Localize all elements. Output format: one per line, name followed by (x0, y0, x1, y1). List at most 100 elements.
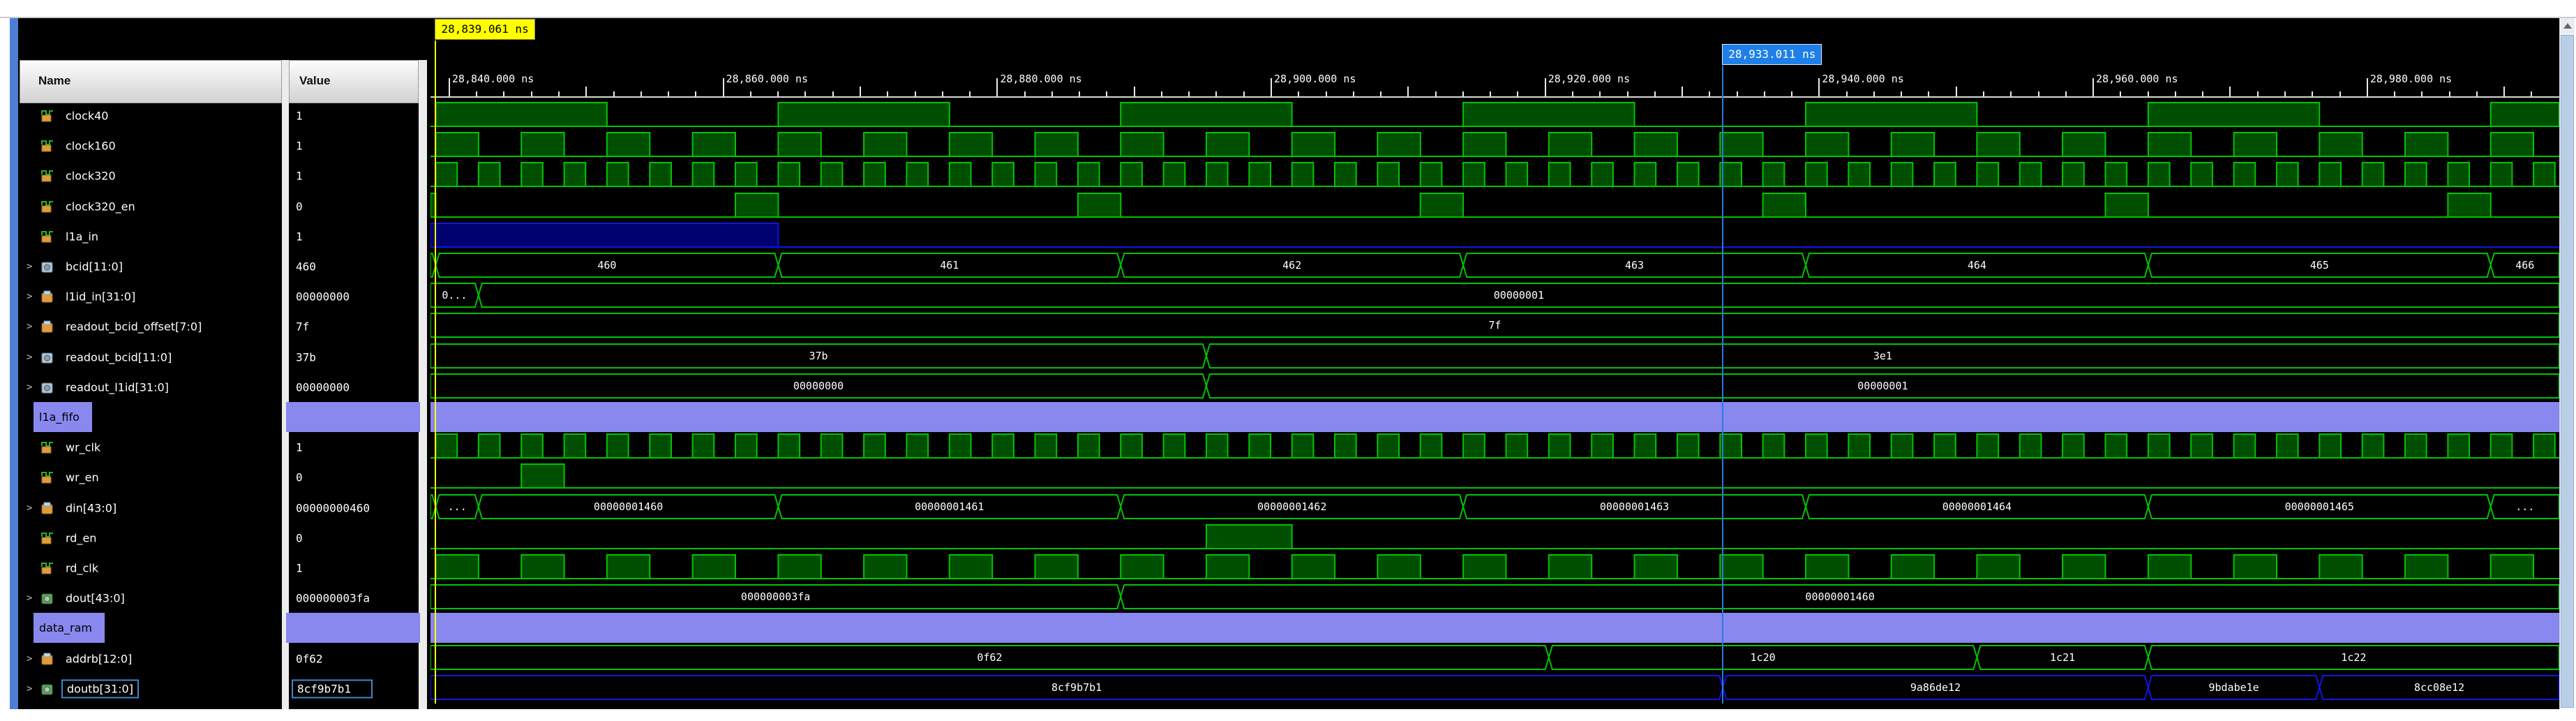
wave-high-pulse (1421, 434, 1442, 458)
wave-high-pulse (2277, 434, 2298, 458)
group-divider-label[interactable]: l1a_fifo (33, 402, 92, 432)
secondary-cursor-line[interactable] (1722, 66, 1723, 704)
wave-row-readout_bcid_offset[7:0][interactable]: 7f (430, 313, 2559, 337)
wave-high-pulse (650, 163, 671, 186)
ruler-tick (2065, 91, 2067, 96)
wave-row-bcid[11:0][interactable]: 460461462463464465466 (430, 253, 2559, 277)
wave-row-din[43:0][interactable]: ...0000000146000000001461000000014620000… (430, 495, 2559, 519)
wave-row-clock320[interactable] (430, 163, 2559, 186)
signal-row-wr_en[interactable]: wr_en0 (18, 462, 427, 492)
timeline-ruler[interactable]: 28,840.000 ns28,860.000 ns28,880.000 ns2… (430, 18, 2559, 98)
signal-row-wr_clk[interactable]: wr_clk1 (18, 432, 427, 462)
expand-arrow-icon[interactable]: > (27, 321, 32, 332)
signal-name: clock320_en (61, 198, 140, 214)
wave-row-clock40[interactable] (430, 103, 2559, 126)
signal-row-data_ram[interactable]: data_ram (18, 613, 427, 643)
bus-value-label: 00000001461 (915, 500, 984, 513)
signal-name: wr_clk (61, 439, 105, 455)
signal-row-readout_l1id[31:0][interactable]: >readout_l1id[31:0]00000000 (18, 372, 427, 402)
expand-arrow-icon[interactable]: > (27, 261, 32, 272)
signal-value: 0 (292, 198, 307, 214)
wave-row-clock320_en[interactable] (430, 193, 2559, 217)
bus-in-icon (40, 502, 54, 514)
wave-row-readout_bcid[11:0][interactable]: 37b3e1 (430, 344, 2559, 368)
expand-arrow-icon[interactable]: > (27, 291, 32, 302)
wave-row-l1a_fifo[interactable] (430, 402, 2559, 432)
ruler-tick (668, 91, 669, 96)
signal-row-l1a_in[interactable]: l1a_in1 (18, 221, 427, 251)
wave-row-rd_en[interactable] (430, 525, 2559, 549)
expand-arrow-icon[interactable]: > (27, 352, 32, 363)
signal-row-rd_en[interactable]: rd_en0 (18, 523, 427, 553)
bus-value-label: 8cf9b7b1 (1051, 681, 1102, 694)
vertical-scrollbar[interactable] (2559, 18, 2575, 709)
signal-row-clock320[interactable]: clock3201 (18, 161, 427, 191)
expand-arrow-icon[interactable]: > (27, 593, 32, 604)
signal-value: 00000000 (292, 379, 354, 395)
signal-row-din[43:0][interactable]: >din[43:0]00000000460 (18, 493, 427, 523)
signal-row-clock320_en[interactable]: clock320_en 0 (18, 191, 427, 221)
wave-high-pulse (693, 133, 735, 156)
bus-value-label: 3e1 (1873, 350, 1892, 362)
ruler-tick (476, 91, 477, 96)
expand-arrow-icon[interactable]: > (27, 503, 32, 514)
wave-row-rd_clk[interactable] (430, 555, 2559, 579)
signal-row-l1a_fifo[interactable]: l1a_fifo (18, 402, 427, 432)
wave-row-addrb[12:0][interactable]: 0f621c201c211c22 (430, 646, 2559, 669)
primary-cursor-line[interactable] (435, 40, 436, 704)
wave-high-pulse (1635, 434, 1656, 458)
group-divider-label[interactable]: data_ram (33, 613, 105, 643)
signal-value: 1 (292, 560, 307, 576)
wave-row-dout[43:0][interactable]: 000000003fa00000001460 (430, 585, 2559, 609)
signal-row-l1id_in[31:0][interactable]: >l1id_in[31:0]00000000 (18, 281, 427, 311)
signal-row-rd_clk[interactable]: rd_clk1 (18, 553, 427, 583)
expand-arrow-icon[interactable]: > (27, 653, 32, 664)
ruler-tick (1517, 91, 1518, 96)
wave-high-pulse (1592, 434, 1613, 458)
wave-high-pulse (2191, 163, 2212, 186)
secondary-cursor-flag[interactable]: 28,933.011 ns (1722, 44, 1822, 65)
scrollbar-thumb[interactable] (2561, 35, 2574, 708)
wave-high-pulse (1035, 555, 1078, 579)
ruler-tick (2367, 78, 2368, 96)
waveform-canvas[interactable]: 460461462463464465466 0...00000001 7f 37b3e… (430, 101, 2559, 709)
wave-row-readout_l1id[31:0][interactable]: 0000000000000001 (430, 374, 2559, 398)
scrollbar-up-button[interactable] (2561, 18, 2575, 34)
wave-row-doutb[31:0][interactable]: 8cf9b7b19a86de129bdabe1e8cc08e12 (430, 676, 2559, 699)
wave-high-pulse (1421, 163, 1442, 186)
wave-high-pulse (2362, 163, 2384, 186)
expand-arrow-icon[interactable]: > (27, 382, 32, 393)
wave-row-clock160[interactable] (430, 133, 2559, 156)
signal-row-dout[43:0][interactable]: >dout[43:0]000000003fa (18, 583, 427, 613)
wave-high-pulse (650, 434, 671, 458)
bus-value-label: 00000001460 (1805, 590, 1874, 603)
wave-high-pulse (2405, 434, 2427, 458)
signal-row-doutb[31:0][interactable]: >doutb[31:0]8cf9b7b1 (18, 674, 427, 704)
wave-row-l1id_in[31:0][interactable]: 0...00000001 (430, 283, 2559, 307)
ruler-tick (1791, 91, 1792, 96)
signal-row-addrb[12:0][interactable]: >addrb[12:0]0f62 (18, 644, 427, 674)
wave-high-pulse (1806, 103, 1977, 126)
wave-row-wr_clk[interactable] (430, 434, 2559, 458)
ruler-tick (1298, 91, 1299, 96)
signal-row-bcid[11:0][interactable]: >bcid[11:0]460 (18, 251, 427, 281)
bus-value-label: 1c21 (2050, 651, 2075, 664)
signal-name: addrb[12:0] (61, 651, 136, 667)
wave-high-pulse (1206, 555, 1249, 579)
wave-high-pulse (1463, 163, 1485, 186)
expand-arrow-icon[interactable]: > (27, 683, 32, 694)
wave-high-pulse (2148, 163, 2170, 186)
wave-row-data_ram[interactable] (430, 613, 2559, 643)
ruler-tick (915, 91, 916, 96)
wave-row-l1a_in[interactable] (430, 223, 2559, 247)
wave-row-wr_en[interactable] (430, 464, 2559, 488)
bus-out-icon (40, 592, 54, 604)
signal-row-readout_bcid_offset[7:0][interactable]: >readout_bcid_offset[7:0]7f (18, 311, 427, 341)
signal-row-clock160[interactable]: clock1601 (18, 131, 427, 161)
signal-row-clock40[interactable]: clock401 (18, 101, 427, 131)
ruler-tick (2038, 91, 2039, 96)
ruler-tick (1764, 91, 1765, 96)
signal-row-readout_bcid[11:0][interactable]: >readout_bcid[11:0]37b (18, 342, 427, 372)
wave-high-pulse (1463, 103, 1634, 126)
primary-cursor-flag[interactable]: 28,839.061 ns (435, 19, 534, 40)
